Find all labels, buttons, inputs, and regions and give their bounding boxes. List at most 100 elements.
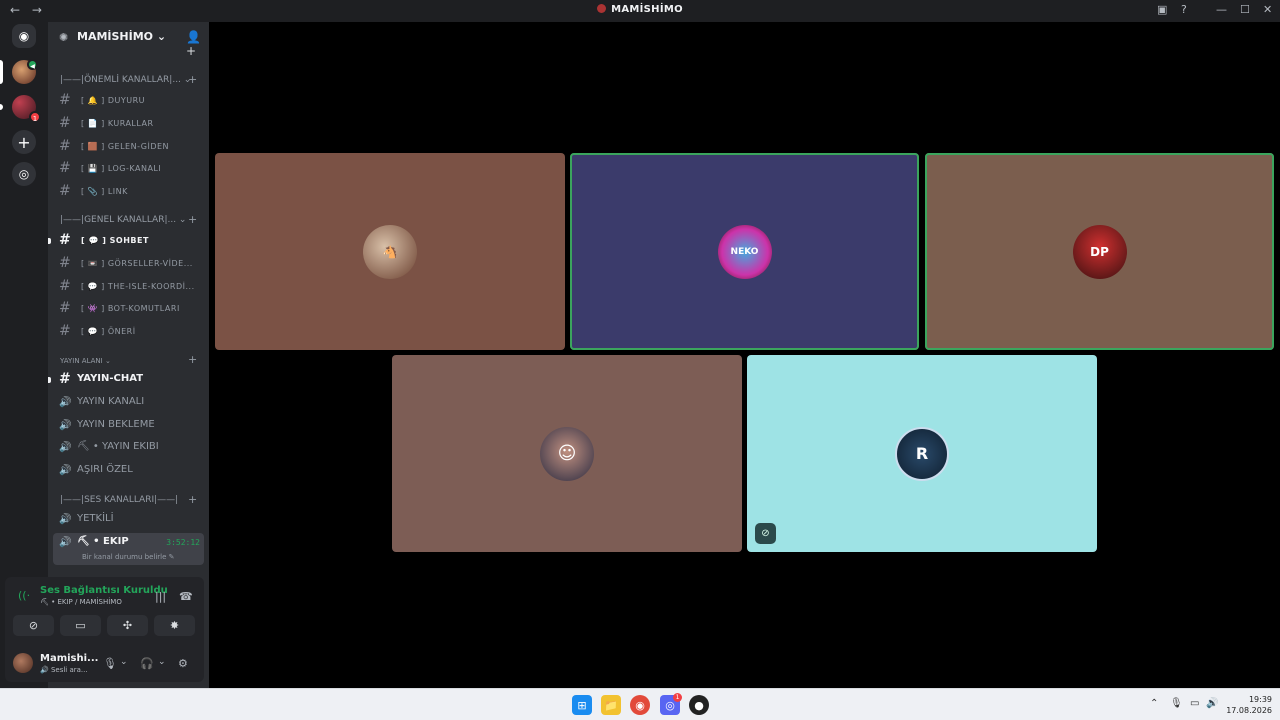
text-channel-icon: # [59,183,71,199]
add-channel-icon[interactable]: + [188,73,197,86]
text-channel-icon: # [59,300,71,316]
text-channel-icon: # [59,232,71,248]
selected-server-pill [0,60,3,84]
taskbar-badge: 1 [673,693,682,702]
voice-channel-icon: 🔊 [59,397,72,408]
channel-gelen-giden[interactable]: # [ 🟫 ] GELEN-GİDEN [53,137,204,157]
add-channel-icon[interactable]: + [188,493,197,506]
settings-gear-icon[interactable]: ⚙ [178,657,188,670]
channel-bot-komutlari[interactable]: # [ 👾 ] BOT-KOMUTLARI [53,299,204,319]
file-explorer-icon[interactable]: 📁 [601,695,621,715]
channel-yayin-bekleme[interactable]: 🔊 YAYIN BEKLEME [53,416,204,436]
text-channel-icon: # [59,323,71,339]
voice-channel-link[interactable]: ⛏ • EKIP / MAMİSHİMO [40,598,122,606]
channel-log-kanali[interactable]: # [ 💾 ] LOG-KANALI [53,159,204,179]
tray-network-icon[interactable]: ▭ [1190,698,1199,709]
channel-label: [ 📄 ] KURALLAR [81,119,154,128]
tray-mic-icon[interactable]: 🎙 [1170,698,1183,709]
discord-home-icon[interactable]: ◉ [12,24,36,48]
explore-icon[interactable]: ◎ [12,162,36,186]
voice-channel-icon: 🔊 [59,420,72,431]
channel-label: [ 💬 ] THE-ISLE-KOORDİ... [81,282,195,291]
add-server-icon[interactable]: + [12,130,36,154]
avatar [13,653,33,673]
voice-channel-icon: 🔊 [59,442,72,453]
soundboard-button[interactable]: ✸ [154,615,195,636]
windows-start-icon[interactable]: ⊞ [572,695,592,715]
channel-duyuru[interactable]: # [ 🔔 ] DUYURU [53,91,204,111]
window-title: MAMİSHİMO [0,4,1280,15]
camera-toggle-button[interactable]: ⊘ [13,615,54,636]
add-channel-icon[interactable]: + [188,353,197,366]
username: Mamishi... [40,653,99,664]
text-channel-icon: # [59,371,71,387]
server-logo-icon [597,4,607,13]
tray-chevron-icon[interactable]: ⌃ [1150,698,1158,709]
inbox-icon[interactable]: ▣ [1157,3,1167,16]
mention-badge: 1 [29,111,41,123]
microphone-icon[interactable]: 🎙 [103,657,117,670]
channel-label: ⛏ • YAYIN EKIBI [77,441,159,452]
maximize-button[interactable]: ☐ [1240,3,1250,16]
text-channel-icon: # [59,278,71,294]
participant-avatar: 🐴 [363,224,417,279]
channel-yetkili[interactable]: 🔊 YETKİLİ [53,510,204,530]
signal-icon[interactable]: ((· [18,589,30,602]
chevron-down-icon[interactable]: ⌄ [158,657,166,667]
channel-gorseller[interactable]: # [ 📼 ] GÖRSELLER-VİDE... [53,254,204,274]
channel-yayin-ekibi[interactable]: 🔊 ⛏ • YAYIN EKIBI [53,438,204,458]
channel-status-prompt[interactable]: Bir kanal durumu belirle ✎ [82,553,175,561]
category-important[interactable]: |——|ÖNEMLİ KANALLAR|... ⌄ [60,75,191,85]
system-clock[interactable]: 19:39 17.08.2026 [1224,694,1272,716]
server-badge-icon: ✺ [59,31,69,44]
activities-button[interactable]: ✣ [107,615,148,636]
unread-indicator [48,238,51,244]
participant-tile[interactable]: DP [925,153,1274,350]
chrome-icon[interactable]: ◉ [630,695,650,715]
close-button[interactable]: ✕ [1263,3,1272,16]
channel-label: [ 📎 ] LINK [81,187,128,196]
window-title-text: MAMİSHİMO [611,4,683,15]
clipped-channel-row [62,50,202,55]
participant-tile[interactable]: R ⊘ [747,355,1097,552]
clock-date: 17.08.2026 [1226,706,1272,715]
participant-avatar: DP [1072,224,1127,279]
speaker-icon: ◀ [27,59,38,70]
server-name[interactable]: MAMİSHİMO ⌄ [77,30,166,43]
channel-yayin-kanali[interactable]: 🔊 YAYIN KANALI [53,393,204,413]
tray-volume-icon[interactable]: 🔊 [1206,698,1218,709]
channel-label: [ 💬 ] SOHBET [81,236,149,245]
channel-kurallar[interactable]: # [ 📄 ] KURALLAR [53,114,204,134]
channel-oneri[interactable]: # [ 💬 ] ÖNERİ [53,322,204,342]
channel-yayin-chat[interactable]: # YAYIN-CHAT [53,370,204,390]
help-icon[interactable]: ? [1181,3,1187,16]
disconnect-icon[interactable]: ☎ [179,590,193,603]
voice-channel-icon: 🔊 [59,537,72,548]
category-ses-kanallari[interactable]: |——|SES KANALLARI|——| [60,495,178,505]
voice-channel-icon: 🔊 [59,514,72,525]
channel-label: YAYIN BEKLEME [77,419,155,430]
category-general[interactable]: |——|GENEL KANALLAR|... ⌄ [60,215,186,225]
channel-sohbet[interactable]: # [ 💬 ] SOHBET [53,231,204,251]
channel-ekip[interactable]: 🔊 ⛏ • EKIP 3:52:12 Bir kanal durumu beli… [53,533,204,565]
channel-link[interactable]: # [ 📎 ] LINK [53,182,204,202]
add-channel-icon[interactable]: + [188,213,197,226]
channel-asiri-ozel[interactable]: 🔊 AŞIRI ÖZEL [53,461,204,481]
app-icon[interactable]: ● [689,695,709,715]
channel-the-isle[interactable]: # [ 💬 ] THE-ISLE-KOORDİ... [53,277,204,297]
headset-icon[interactable]: 🎧 [140,657,154,670]
minimize-button[interactable]: — [1216,3,1227,16]
participant-avatar: NEKO [717,224,772,279]
noise-suppression-icon[interactable]: ||| [155,590,166,603]
participant-tile[interactable]: 🐴 [215,153,565,350]
channel-label: [ 💾 ] LOG-KANALI [81,164,162,173]
category-yayin-alani[interactable]: YAYIN ALANI ⌄ [60,357,111,365]
chevron-down-icon[interactable]: ⌄ [120,657,128,667]
participant-tile[interactable]: ☺ [392,355,742,552]
voice-connected-status[interactable]: Ses Bağlantısı Kuruldu [40,585,168,596]
clock-time: 19:39 [1248,695,1272,704]
channel-label: AŞIRI ÖZEL [77,464,133,475]
participant-avatar: R [895,426,949,481]
screen-share-button[interactable]: ▭ [60,615,101,636]
participant-tile[interactable]: NEKO [570,153,919,350]
